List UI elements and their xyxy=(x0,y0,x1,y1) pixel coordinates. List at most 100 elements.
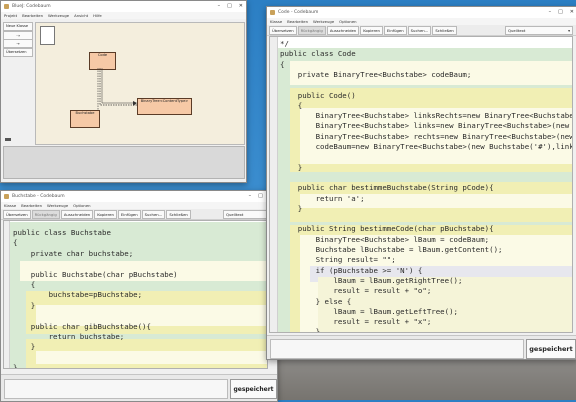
code-saved-status: gespeichert xyxy=(526,339,576,359)
code-line[interactable]: public class Buchstabe xyxy=(4,228,267,238)
find-button[interactable]: Suchen... xyxy=(407,25,432,35)
maximize-icon[interactable]: □ xyxy=(258,193,263,199)
menu-hilfe[interactable]: Hilfe xyxy=(93,13,102,18)
bluej-titlebar[interactable]: BlueJ: Codebaum – □ ✕ xyxy=(1,1,246,12)
view-select-value: Quelltext xyxy=(226,211,244,217)
menu-optionen[interactable]: Optionen xyxy=(73,203,90,208)
code-line[interactable]: buchstabe=pBuchstabe; xyxy=(4,290,267,300)
maximize-icon[interactable]: □ xyxy=(558,9,563,15)
minimize-icon[interactable]: – xyxy=(549,9,552,15)
maximize-icon[interactable]: □ xyxy=(227,3,232,9)
menu-bearbeiten[interactable]: Bearbeiten xyxy=(22,13,43,18)
undo-button[interactable]: Rückgängig xyxy=(297,25,326,35)
code-line[interactable]: } xyxy=(4,342,267,352)
code-line[interactable]: private char buchstabe; xyxy=(4,249,267,259)
code-line[interactable]: public class Code xyxy=(270,49,572,59)
copy-button[interactable]: Kopieren xyxy=(94,209,117,219)
buchstabe-titlebar[interactable]: Buchstabe - Codebaum – □ ✕ xyxy=(1,191,277,202)
code-line[interactable]: } xyxy=(270,327,572,332)
code-app-icon xyxy=(270,10,275,15)
cut-button[interactable]: Ausschneiden xyxy=(326,25,360,35)
view-select[interactable]: Quelltext ▾ xyxy=(505,25,573,35)
menu-bearbeiten[interactable]: Bearbeiten xyxy=(287,19,308,24)
code-line[interactable]: } xyxy=(4,301,267,311)
buchstabe-saved-status: gespeichert xyxy=(230,379,277,399)
code-line-text: } xyxy=(280,203,303,213)
menu-klasse[interactable]: Klasse xyxy=(4,203,16,208)
code-line[interactable]: public char bestimmeBuchstabe(String pCo… xyxy=(270,183,572,193)
code-line[interactable]: public char gibBuchstabe(){ xyxy=(4,322,267,332)
menu-projekt[interactable]: Projekt xyxy=(4,13,17,18)
code-line-text: return buchstabe; xyxy=(13,332,125,341)
menu-klasse[interactable]: Klasse xyxy=(270,19,282,24)
code-line[interactable] xyxy=(270,152,572,162)
code-line[interactable] xyxy=(4,259,267,269)
code-line[interactable]: } xyxy=(270,204,572,214)
code-line-text: BinaryTree<Buchstabe> links=new BinaryTr… xyxy=(315,121,570,131)
code-line[interactable]: { xyxy=(4,280,267,290)
code-line[interactable]: if (pBuchstabe >= 'N') { xyxy=(270,266,572,276)
minimize-icon[interactable]: – xyxy=(218,3,221,9)
code-line[interactable]: result = result + "o"; xyxy=(270,286,572,296)
code-line[interactable] xyxy=(4,311,267,321)
new-class-button[interactable]: Neue Klasse xyxy=(3,22,33,31)
buchstabe-message-area xyxy=(4,379,228,399)
class-diagram-canvas[interactable]: Code Buchstabe BinaryTree<ContentType> xyxy=(35,22,245,145)
compile-button[interactable]: Übersetzen xyxy=(3,48,33,57)
code-line[interactable]: return buchstabe; xyxy=(4,332,267,342)
code-line[interactable]: lBaum = lBaum.getLeftTree(); xyxy=(270,307,572,317)
code-line[interactable]: lBaum = lBaum.getRightTree(); xyxy=(270,276,572,286)
minimize-icon[interactable]: – xyxy=(249,193,252,199)
menu-bearbeiten[interactable]: Bearbeiten xyxy=(21,203,42,208)
paste-button[interactable]: Einfügen xyxy=(117,209,141,219)
code-line[interactable] xyxy=(270,214,572,224)
code-line[interactable] xyxy=(270,80,572,90)
find-button[interactable]: Suchen... xyxy=(141,209,166,219)
code-line[interactable]: { xyxy=(270,60,572,70)
code-line[interactable]: { xyxy=(4,238,267,248)
code-line[interactable]: public String bestimmeCode(char pBuchsta… xyxy=(270,224,572,234)
inherit-arrow-button[interactable]: → xyxy=(3,39,33,48)
menu-werkzeuge[interactable]: Werkzeuge xyxy=(47,203,68,208)
code-menubar: Klasse Bearbeiten Werkzeuge Optionen xyxy=(267,18,576,25)
compile-button[interactable]: Übersetzen xyxy=(269,25,297,35)
close-icon[interactable]: ✕ xyxy=(570,9,574,15)
close-button[interactable]: Schließen xyxy=(166,209,191,219)
code-titlebar[interactable]: Code - Codebaum – □ ✕ xyxy=(267,7,576,18)
code-line[interactable]: } else { xyxy=(270,297,572,307)
menu-werkzeuge[interactable]: Werkzeuge xyxy=(313,19,334,24)
code-line[interactable]: Buchstabe lBuchstabe = lBaum.getContent(… xyxy=(270,245,572,255)
compile-button[interactable]: Übersetzen xyxy=(3,209,31,219)
code-line[interactable]: public Buchstabe(char pBuchstabe) xyxy=(4,270,267,280)
cut-button[interactable]: Ausschneiden xyxy=(60,209,94,219)
copy-button[interactable]: Kopieren xyxy=(360,25,383,35)
menu-ansicht[interactable]: Ansicht xyxy=(74,13,88,18)
code-line[interactable]: BinaryTree<Buchstabe> lBaum = codeBaum; xyxy=(270,235,572,245)
menu-optionen[interactable]: Optionen xyxy=(339,19,356,24)
code-line[interactable] xyxy=(270,173,572,183)
buchstabe-code-editor[interactable]: public class Buchstabe{ private char buc… xyxy=(3,220,268,369)
code-line[interactable]: String result= ""; xyxy=(270,255,572,265)
paste-button[interactable]: Einfügen xyxy=(383,25,407,35)
view-select-value: Quelltext xyxy=(508,27,526,33)
undo-button[interactable]: Rückgängig xyxy=(31,209,60,219)
code-line[interactable]: BinaryTree<Buchstabe> linksRechts=new Bi… xyxy=(270,111,572,121)
code-line[interactable]: { xyxy=(270,101,572,111)
code-line[interactable]: } xyxy=(270,163,572,173)
code-line[interactable]: public Code() xyxy=(270,91,572,101)
code-line[interactable]: } xyxy=(4,363,267,368)
code-line[interactable]: return 'a'; xyxy=(270,194,572,204)
code-line[interactable]: BinaryTree<Buchstabe> rechts=new BinaryT… xyxy=(270,132,572,142)
code-line[interactable]: result = result + "x"; xyxy=(270,317,572,327)
code-line[interactable]: private BinaryTree<Buchstabe> codeBaum; xyxy=(270,70,572,80)
code-line[interactable]: codeBaum=new BinaryTree<Buchstabe>(new B… xyxy=(270,142,572,152)
code-line-text: public String bestimmeCode(char pBuchsta… xyxy=(280,224,494,234)
menu-werkzeuge[interactable]: Werkzeuge xyxy=(48,13,69,18)
close-button[interactable]: Schließen xyxy=(432,25,457,35)
close-icon[interactable]: ✕ xyxy=(239,3,243,9)
code-line[interactable] xyxy=(4,353,267,363)
code-line-text: if (pBuchstabe >= 'N') { xyxy=(280,265,423,275)
code-line[interactable]: BinaryTree<Buchstabe> links=new BinaryTr… xyxy=(270,121,572,131)
code-line[interactable]: */ xyxy=(270,39,572,49)
code-code-editor[interactable]: */public class Code{ private BinaryTree<… xyxy=(269,36,573,333)
